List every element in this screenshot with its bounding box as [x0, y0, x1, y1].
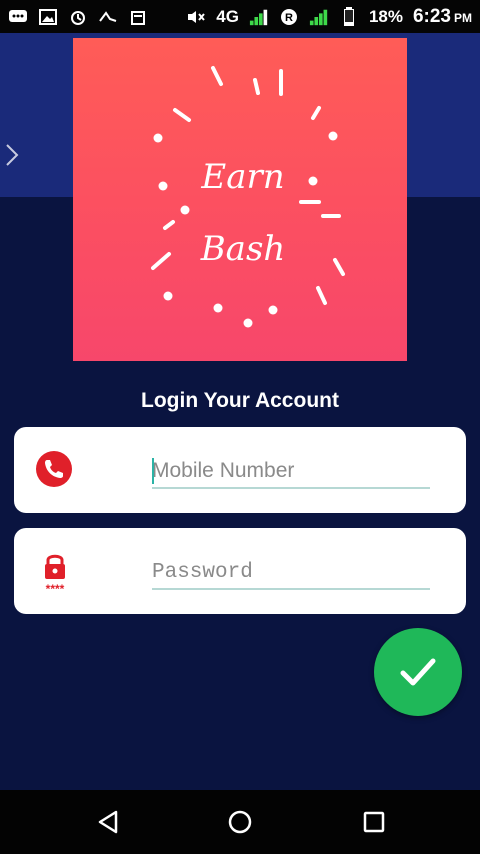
recents-square-icon[interactable] [360, 808, 388, 836]
login-submit-button[interactable] [374, 628, 462, 716]
signal-icon-secondary [309, 8, 329, 26]
battery-percent: 18% [368, 6, 403, 26]
password-card: **** [14, 528, 466, 614]
phone-icon [34, 449, 74, 489]
status-bar-system: 4G R 18% 6:23 PM [186, 6, 472, 28]
clock: 6:23 PM [413, 6, 472, 28]
checkmark-icon [400, 658, 436, 686]
text-caret [152, 458, 154, 484]
logo-text-bash: Bash [200, 229, 286, 269]
game-notification-icon [98, 8, 118, 26]
mobile-number-input[interactable] [152, 455, 430, 489]
battery-icon [339, 6, 359, 26]
logo-artwork: Earn Bash [151, 66, 345, 328]
status-bar: 4G R 18% 6:23 PM [0, 0, 480, 33]
calendar-notification-icon [128, 8, 148, 26]
back-triangle-icon[interactable] [94, 808, 122, 836]
status-bar-notifications [8, 8, 148, 26]
roaming-icon: R [279, 8, 299, 26]
home-circle-icon[interactable] [226, 808, 254, 836]
mute-icon [186, 8, 206, 26]
password-mask-icon: **** [46, 582, 65, 594]
chat-notification-icon [8, 8, 28, 26]
page-title: Login Your Account [141, 389, 339, 412]
image-notification-icon [38, 8, 58, 26]
mobile-number-card [14, 427, 466, 513]
chevron-right-icon[interactable] [2, 140, 22, 170]
system-nav-bar [0, 790, 480, 854]
network-type: 4G [216, 6, 239, 26]
logo-text-earn: Earn [200, 157, 284, 197]
clock-time: 6:23 [412, 5, 451, 27]
lock-icon: **** [34, 550, 74, 596]
app-logo: Earn Bash [73, 38, 407, 361]
clock-ampm: PM [454, 10, 472, 25]
signal-icon [249, 8, 269, 26]
svg-text:R: R [285, 12, 293, 24]
alarm-notification-icon [68, 8, 88, 26]
password-input[interactable] [152, 556, 430, 590]
